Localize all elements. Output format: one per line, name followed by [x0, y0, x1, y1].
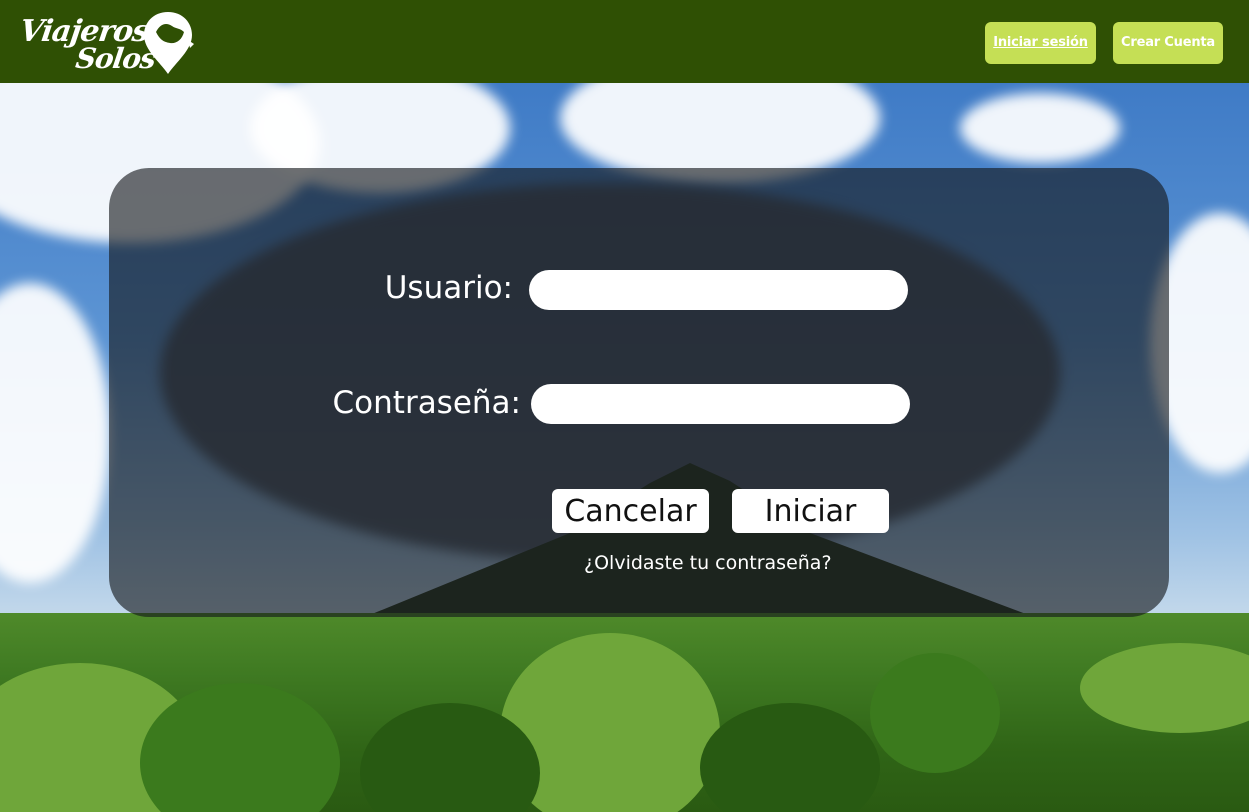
login-panel: Usuario: Contraseña: Cancelar Iniciar ¿O… — [109, 168, 1169, 617]
password-label: Contraseña: — [332, 385, 521, 421]
username-input[interactable] — [529, 270, 908, 310]
create-account-button[interactable]: Crear Cuenta — [1113, 21, 1223, 64]
map-pin-icon — [144, 11, 194, 74]
forgot-password-link[interactable]: ¿Olvidaste tu contraseña? — [584, 552, 832, 574]
brand-logo[interactable]: Viajeros Solos — [18, 6, 196, 78]
cloud — [960, 93, 1120, 163]
login-button[interactable]: Iniciar sesión — [985, 21, 1096, 64]
header-actions: Iniciar sesión Crear Cuenta — [985, 21, 1223, 64]
username-label: Usuario: — [384, 270, 513, 306]
submit-login-button[interactable]: Iniciar — [732, 489, 889, 533]
top-nav-bar: Viajeros Solos Iniciar sesión Crear Cuen… — [0, 0, 1249, 83]
password-input[interactable] — [531, 384, 910, 424]
cancel-button[interactable]: Cancelar — [552, 489, 709, 533]
tree — [870, 653, 1000, 773]
